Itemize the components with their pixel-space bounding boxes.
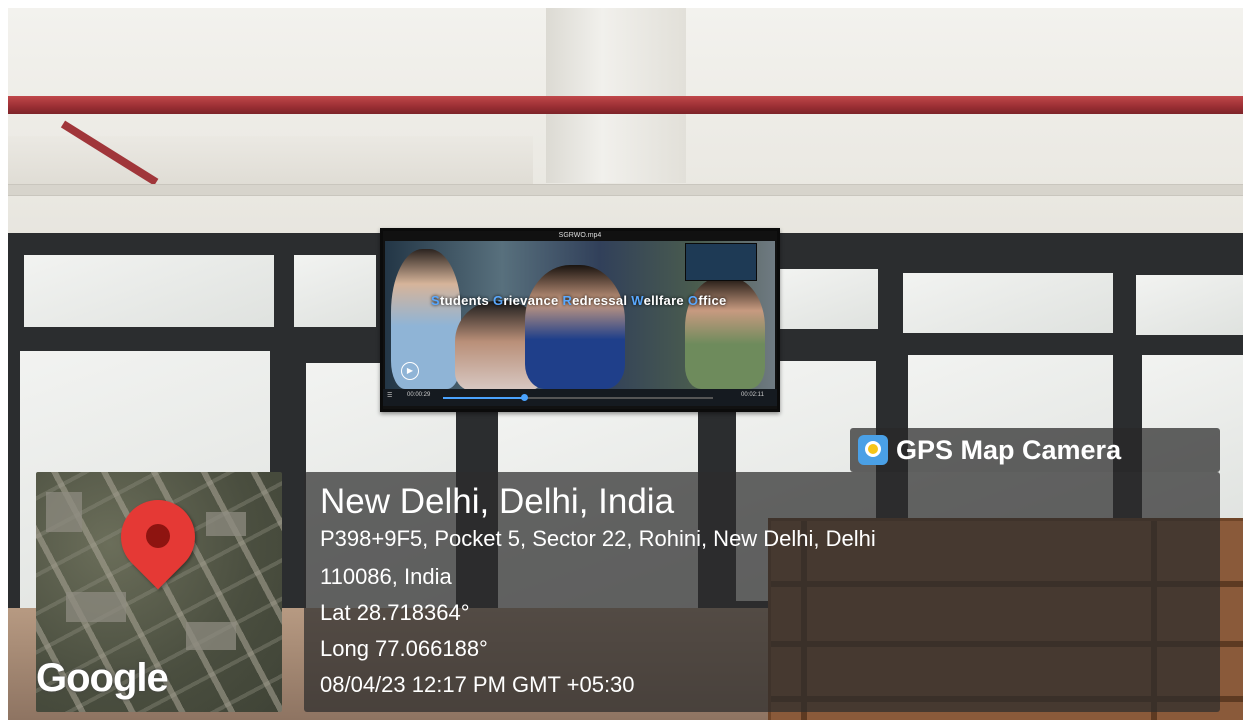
video-file-name: SGRWO.mp4 [558,232,602,239]
address-line-1: P398+9F5, Pocket 5, Sector 22, Rohini, N… [320,526,876,551]
video-seek-bar[interactable] [443,394,713,401]
total-time: 00:02:11 [741,392,764,398]
video-caption: Students Grievance Redressal Wellfare Of… [431,293,727,308]
inset-video [685,243,757,281]
seek-fill [443,397,524,399]
window-pane [778,269,878,329]
video-controls: ☰ 00:00:29 00:02:11 [383,389,777,406]
gps-map-camera-logo-icon [858,435,888,465]
app-name: GPS Map Camera [896,434,1122,465]
google-logo: Google [36,656,169,700]
longitude: Long 77.066188° [320,636,488,661]
gps-info-panel: New Delhi, Delhi, India P398+9F5, Pocket… [304,472,1220,712]
window-pane [903,273,1113,333]
elapsed-time: 00:00:29 [407,392,431,398]
window-pane [294,255,376,327]
city-name: New Delhi, Delhi, India [320,482,675,521]
latitude: Lat 28.718364° [320,600,470,625]
window-pane [1136,275,1243,335]
play-icon[interactable]: ▶ [401,362,419,380]
menu-icon[interactable]: ☰ [387,392,392,399]
location-pin-center [146,524,170,548]
window-pane [24,255,274,327]
person-center [525,265,625,389]
address-line-2: 110086, India [320,564,452,589]
red-pipe [8,96,1243,114]
ceiling-rail [8,184,1243,196]
video-frame [385,241,775,389]
map-thumbnail: Google [36,472,282,712]
gps-app-header: GPS Map Camera [850,428,1220,472]
television: SGRWO.mp4 Students Grievance Redressal W… [380,228,780,412]
date-time: 08/04/23 12:17 PM GMT +05:30 [320,672,635,697]
seek-knob[interactable] [521,394,528,401]
